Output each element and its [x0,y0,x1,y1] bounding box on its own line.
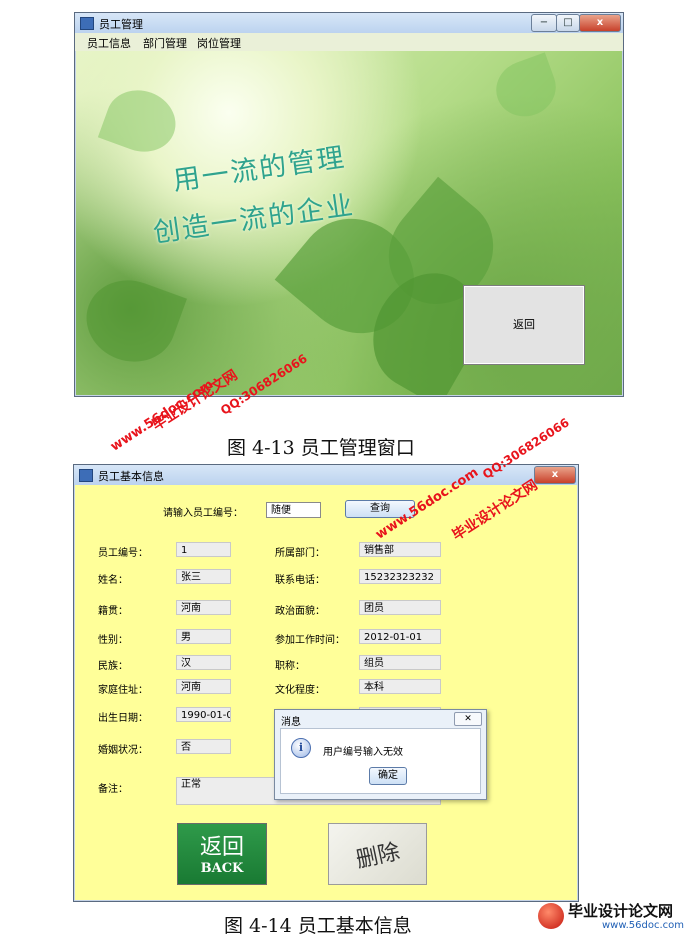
form-area: 请输入员工编号： 随便 查询 员工编号： 1 姓名： 张三 籍贯： 河南 性别：… [75,485,577,900]
menu-department-management[interactable]: 部门管理 [143,35,187,51]
delete-image-text: 删除 [353,839,403,874]
native-place-field[interactable]: 河南 [176,600,231,615]
ok-button[interactable]: 确定 [369,767,407,785]
employee-id-search-input[interactable]: 随便 [266,502,321,518]
department-field[interactable]: 销售部 [359,542,441,557]
education-field[interactable]: 本科 [359,679,441,694]
label-work-start-date: 参加工作时间： [275,635,345,646]
label-ethnicity: 民族： [98,661,128,672]
home-address-field[interactable]: 河南 [176,679,231,694]
message-dialog: 消息 ✕ i 用户编号输入无效 确定 [274,709,487,800]
back-image-text-cn: 返回 [199,835,244,860]
phone-field[interactable]: 15232323232 [359,569,441,584]
clover-leaf [97,80,185,162]
site-logo: 毕业设计论文网 www.56doc.com [536,900,696,934]
logo-emblem-icon [538,903,564,929]
label-employee-id: 员工编号： [98,548,148,559]
employee-id-field[interactable]: 1 [176,542,231,557]
clover-leaf [76,268,187,374]
political-status-field[interactable]: 团员 [359,600,441,615]
app-icon [79,469,93,482]
label-department: 所属部门： [275,548,325,559]
label-gender: 性别： [98,635,128,646]
logo-name: 毕业设计论文网 [568,902,674,920]
dialog-title: 消息 [281,717,301,728]
label-name: 姓名： [98,575,128,586]
label-native-place: 籍贯： [98,606,128,617]
label-job-title: 职称： [275,661,305,672]
gender-field[interactable]: 男 [176,629,231,644]
work-start-date-field[interactable]: 2012-01-01 [359,629,441,644]
label-home-address: 家庭住址： [98,685,148,696]
clover-leaf [488,52,564,125]
dialog-close-icon[interactable]: ✕ [454,712,482,726]
back-button[interactable]: 返回 [463,285,585,365]
minimize-button[interactable]: − [531,14,557,32]
marital-status-field[interactable]: 否 [176,739,231,754]
birth-date-field[interactable]: 1990-01-01 [176,707,231,722]
ethnicity-field[interactable]: 汉 [176,655,231,670]
logo-url: www.56doc.com [602,920,685,931]
figure-caption-4-14: 图 4-14 员工基本信息 [224,915,412,937]
menu-position-management[interactable]: 岗位管理 [197,35,241,51]
app-icon [80,17,94,30]
name-field[interactable]: 张三 [176,569,231,584]
info-icon: i [291,738,311,758]
window-title: 员工管理 [99,18,143,31]
menu-bar: 员工信息 部门管理 岗位管理 [75,33,623,51]
label-birth-date: 出生日期： [98,713,148,724]
dialog-body: i 用户编号输入无效 确定 [280,728,481,794]
employee-basic-info-window: 员工基本信息 x 请输入员工编号： 随便 查询 员工编号： 1 姓名： 张三 籍… [73,464,579,902]
dialog-message: 用户编号输入无效 [323,747,403,758]
maximize-button[interactable]: □ [556,14,580,32]
delete-image-button[interactable]: 删除 [328,823,427,885]
label-phone: 联系电话： [275,575,325,586]
employee-management-window: 员工管理 − □ x 员工信息 部门管理 岗位管理 用一流的管理 创造一流的企业… [74,12,624,397]
close-button[interactable]: x [579,14,621,32]
menu-employee-info[interactable]: 员工信息 [87,35,131,51]
label-remark: 备注： [98,784,128,795]
job-title-field[interactable]: 组员 [359,655,441,670]
close-button[interactable]: x [534,466,576,484]
back-image-text-en: BACK [200,861,244,876]
search-label: 请输入员工编号： [163,508,243,519]
back-image-button[interactable]: 返回 BACK [177,823,267,885]
figure-caption-4-13: 图 4-13 员工管理窗口 [227,437,415,459]
title-bar[interactable]: 员工管理 − □ x [75,13,623,33]
label-marital-status: 婚姻状况： [98,745,148,756]
label-education: 文化程度： [275,685,325,696]
label-political-status: 政治面貌： [275,606,325,617]
window-title: 员工基本信息 [98,470,164,483]
